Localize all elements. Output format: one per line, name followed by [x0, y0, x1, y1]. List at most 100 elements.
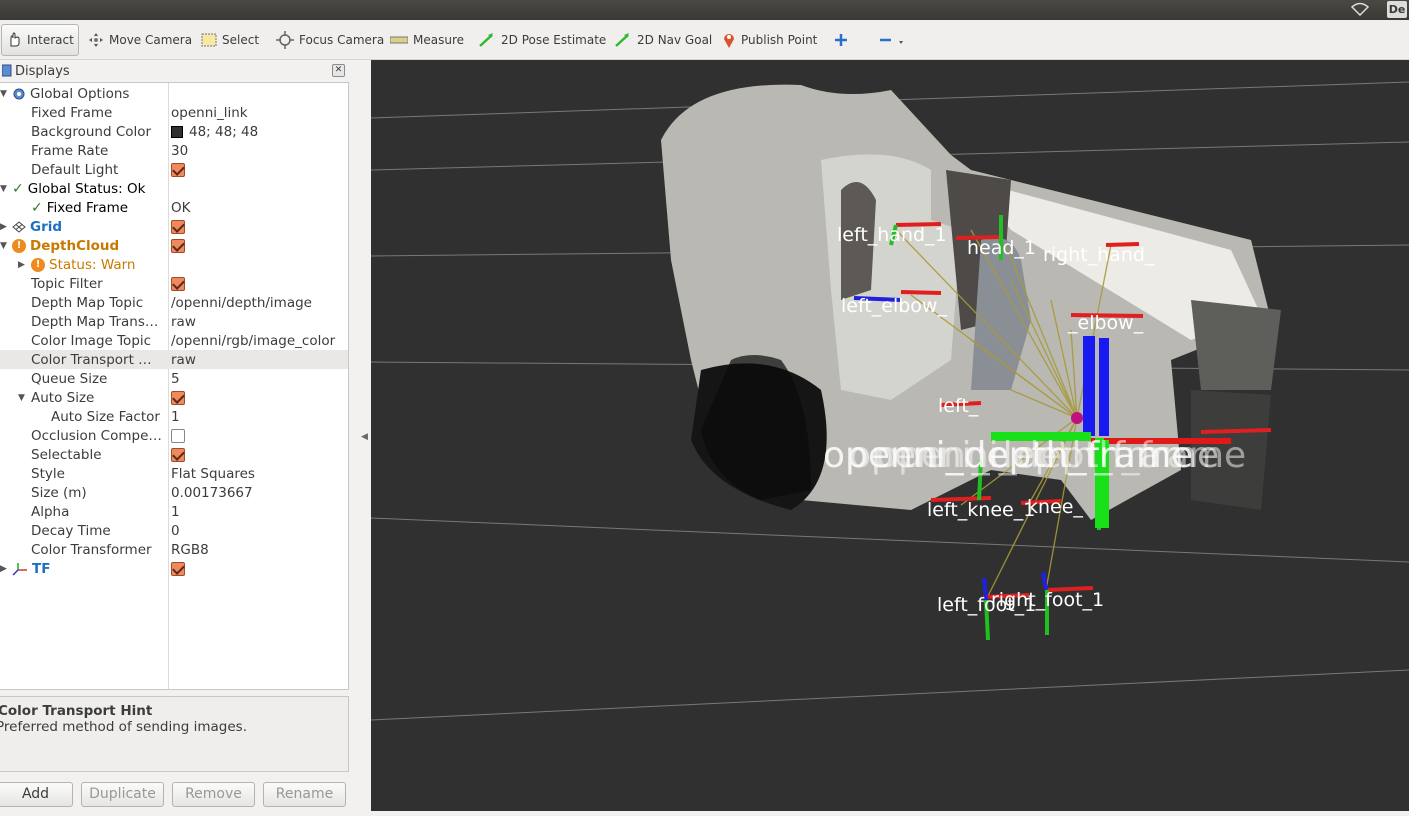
tree-row-queue-size[interactable]: Queue Size 5 — [0, 369, 348, 388]
color-swatch[interactable] — [171, 125, 183, 138]
tool-publish-point[interactable]: Publish Point — [718, 24, 821, 56]
tree-row-auto-size-factor[interactable]: Auto Size Factor 1 — [0, 407, 348, 426]
tree-row-depthcloud[interactable]: ▼ ! DepthCloud — [0, 236, 348, 255]
decay-time-value[interactable]: 0 — [171, 523, 180, 539]
duplicate-button[interactable]: Duplicate — [81, 782, 164, 807]
frame-label: head_1 — [967, 237, 1036, 259]
tree-row-topic-filter[interactable]: Topic Filter — [0, 274, 348, 293]
tree-row-label: Background Color — [31, 123, 152, 140]
size-value[interactable]: 0.00173667 — [171, 485, 253, 501]
background-color-value[interactable]: 48; 48; 48 — [189, 124, 258, 140]
add-button[interactable]: Add — [0, 782, 73, 807]
tree-row-color-image-topic[interactable]: Color Image Topic /openni/rgb/image_colo… — [0, 331, 348, 350]
tree-row-label: Frame Rate — [31, 142, 109, 159]
tree-row-size[interactable]: Size (m) 0.00173667 — [0, 483, 348, 502]
frame-rate-value[interactable]: 30 — [171, 143, 188, 159]
tree-row-label: Fixed Frame — [31, 104, 113, 121]
display-buttons: Add Duplicate Remove Rename — [0, 780, 350, 810]
panel-splitter[interactable]: ◀ — [350, 60, 371, 816]
frame-label: left_hand_1 — [837, 224, 947, 246]
hint-description: Preferred method of sending images. — [0, 719, 247, 735]
close-icon[interactable]: ✕ — [332, 64, 345, 77]
remove-button[interactable]: Remove — [172, 782, 255, 807]
expand-arrow-icon[interactable]: ▶ — [0, 564, 7, 574]
3d-viewport[interactable]: left_hand_1 head_1 right_hand_ left_elbo… — [371, 60, 1409, 811]
tree-row-tf[interactable]: ▶ TF — [0, 559, 348, 578]
render-scene[interactable]: left_hand_1 head_1 right_hand_ left_elbo… — [371, 60, 1409, 811]
frame-label: right_hand_ — [1043, 244, 1155, 266]
remove-tool-button[interactable] — [874, 24, 910, 56]
default-light-checkbox[interactable] — [171, 162, 185, 177]
collapse-arrow-icon[interactable]: ▼ — [0, 89, 7, 99]
expand-arrow-icon[interactable]: ▶ — [0, 222, 7, 232]
tool-label: 2D Nav Goal — [637, 33, 713, 47]
depthcloud-enabled-checkbox[interactable] — [171, 238, 185, 253]
tool-focus-camera[interactable]: Focus Camera — [272, 24, 388, 56]
tree-row-depth-map-topic[interactable]: Depth Map Topic /openni/depth/image — [0, 293, 348, 312]
auto-size-factor-value[interactable]: 1 — [171, 409, 180, 425]
tree-row-frame-rate[interactable]: Frame Rate 30 — [0, 141, 348, 160]
tree-row-grid[interactable]: ▶ Grid — [0, 217, 348, 236]
move-camera-icon — [89, 33, 103, 47]
topic-filter-checkbox[interactable] — [171, 276, 185, 291]
keyboard-layout-indicator[interactable]: De — [1387, 1, 1407, 18]
tree-row-global-status[interactable]: ▼ ✓ Global Status: Ok — [0, 179, 348, 198]
tool-label: Focus Camera — [299, 33, 385, 47]
tool-move-camera[interactable]: Move Camera — [84, 24, 196, 56]
tf-enabled-checkbox[interactable] — [171, 561, 185, 576]
tree-row-alpha[interactable]: Alpha 1 — [0, 502, 348, 521]
frame-label: right_foot_1 — [991, 589, 1104, 611]
tree-row-depth-map-transport[interactable]: Depth Map Trans… raw — [0, 312, 348, 331]
depth-map-transport-value[interactable]: raw — [171, 314, 196, 330]
tree-row-label: Alpha — [31, 503, 70, 520]
hint-title: Color Transport Hint — [0, 703, 153, 719]
tree-row-color-transport[interactable]: Color Transport … raw — [0, 350, 348, 369]
tree-row-label: Fixed Frame — [46, 199, 129, 216]
tool-interact[interactable]: Interact — [1, 24, 79, 56]
grid-enabled-checkbox[interactable] — [171, 219, 185, 234]
tool-2d-pose-estimate[interactable]: 2D Pose Estimate — [474, 24, 610, 56]
tree-row-label: Size (m) — [31, 484, 87, 501]
tree-row-occlusion[interactable]: Occlusion Compe… — [0, 426, 348, 445]
queue-size-value[interactable]: 5 — [171, 371, 180, 387]
grid-icon — [12, 220, 26, 233]
tool-measure[interactable]: Measure — [386, 24, 468, 56]
color-transformer-value[interactable]: RGB8 — [171, 542, 209, 558]
fixed-frame-value[interactable]: openni_link — [171, 105, 248, 121]
style-value[interactable]: Flat Squares — [171, 466, 255, 482]
wifi-icon[interactable] — [1351, 2, 1369, 16]
occlusion-checkbox[interactable] — [171, 428, 185, 443]
frame-label: knee_ — [1027, 496, 1083, 518]
tree-row-color-transformer[interactable]: Color Transformer RGB8 — [0, 540, 348, 559]
tree-row-style[interactable]: Style Flat Squares — [0, 464, 348, 483]
tree-row-default-light[interactable]: Default Light — [0, 160, 348, 179]
tool-select[interactable]: Select — [197, 24, 263, 56]
tree-row-auto-size[interactable]: ▼ Auto Size — [0, 388, 348, 407]
selectable-checkbox[interactable] — [171, 447, 185, 462]
tree-row-status-fixed-frame[interactable]: ✓ Fixed Frame OK — [0, 198, 348, 217]
tree-row-background-color[interactable]: Background Color 48; 48; 48 — [0, 122, 348, 141]
property-hint-box: Color Transport Hint Preferred method of… — [0, 696, 349, 772]
tree-row-global-options[interactable]: ▼ Global Options — [0, 84, 348, 103]
tree-row-label: Depth Map Topic — [31, 294, 144, 311]
collapse-arrow-icon[interactable]: ▼ — [18, 393, 25, 403]
depth-map-topic-value[interactable]: /openni/depth/image — [171, 295, 312, 311]
alpha-value[interactable]: 1 — [171, 504, 180, 520]
tree-row-selectable[interactable]: Selectable — [0, 445, 348, 464]
add-tool-button[interactable] — [830, 24, 852, 56]
collapse-arrow-icon[interactable]: ▼ — [0, 241, 7, 251]
auto-size-checkbox[interactable] — [171, 390, 185, 405]
tree-row-fixed-frame[interactable]: Fixed Frame openni_link — [0, 103, 348, 122]
collapse-arrow-icon[interactable]: ▼ — [0, 184, 7, 194]
tree-row-status-warn[interactable]: ▶ ! Status: Warn — [0, 255, 348, 274]
displays-panel: Displays ✕ ▼ Global Options Fixed Frame … — [0, 60, 350, 816]
system-top-bar: De — [0, 0, 1409, 20]
tree-row-decay-time[interactable]: Decay Time 0 — [0, 521, 348, 540]
warning-icon: ! — [12, 238, 26, 253]
color-transport-value[interactable]: raw — [171, 352, 196, 368]
collapse-panel-arrow-icon[interactable]: ◀ — [361, 432, 368, 442]
color-image-topic-value[interactable]: /openni/rgb/image_color — [171, 333, 335, 349]
rename-button[interactable]: Rename — [263, 782, 346, 807]
expand-arrow-icon[interactable]: ▶ — [18, 260, 25, 270]
tool-2d-nav-goal[interactable]: 2D Nav Goal — [610, 24, 716, 56]
